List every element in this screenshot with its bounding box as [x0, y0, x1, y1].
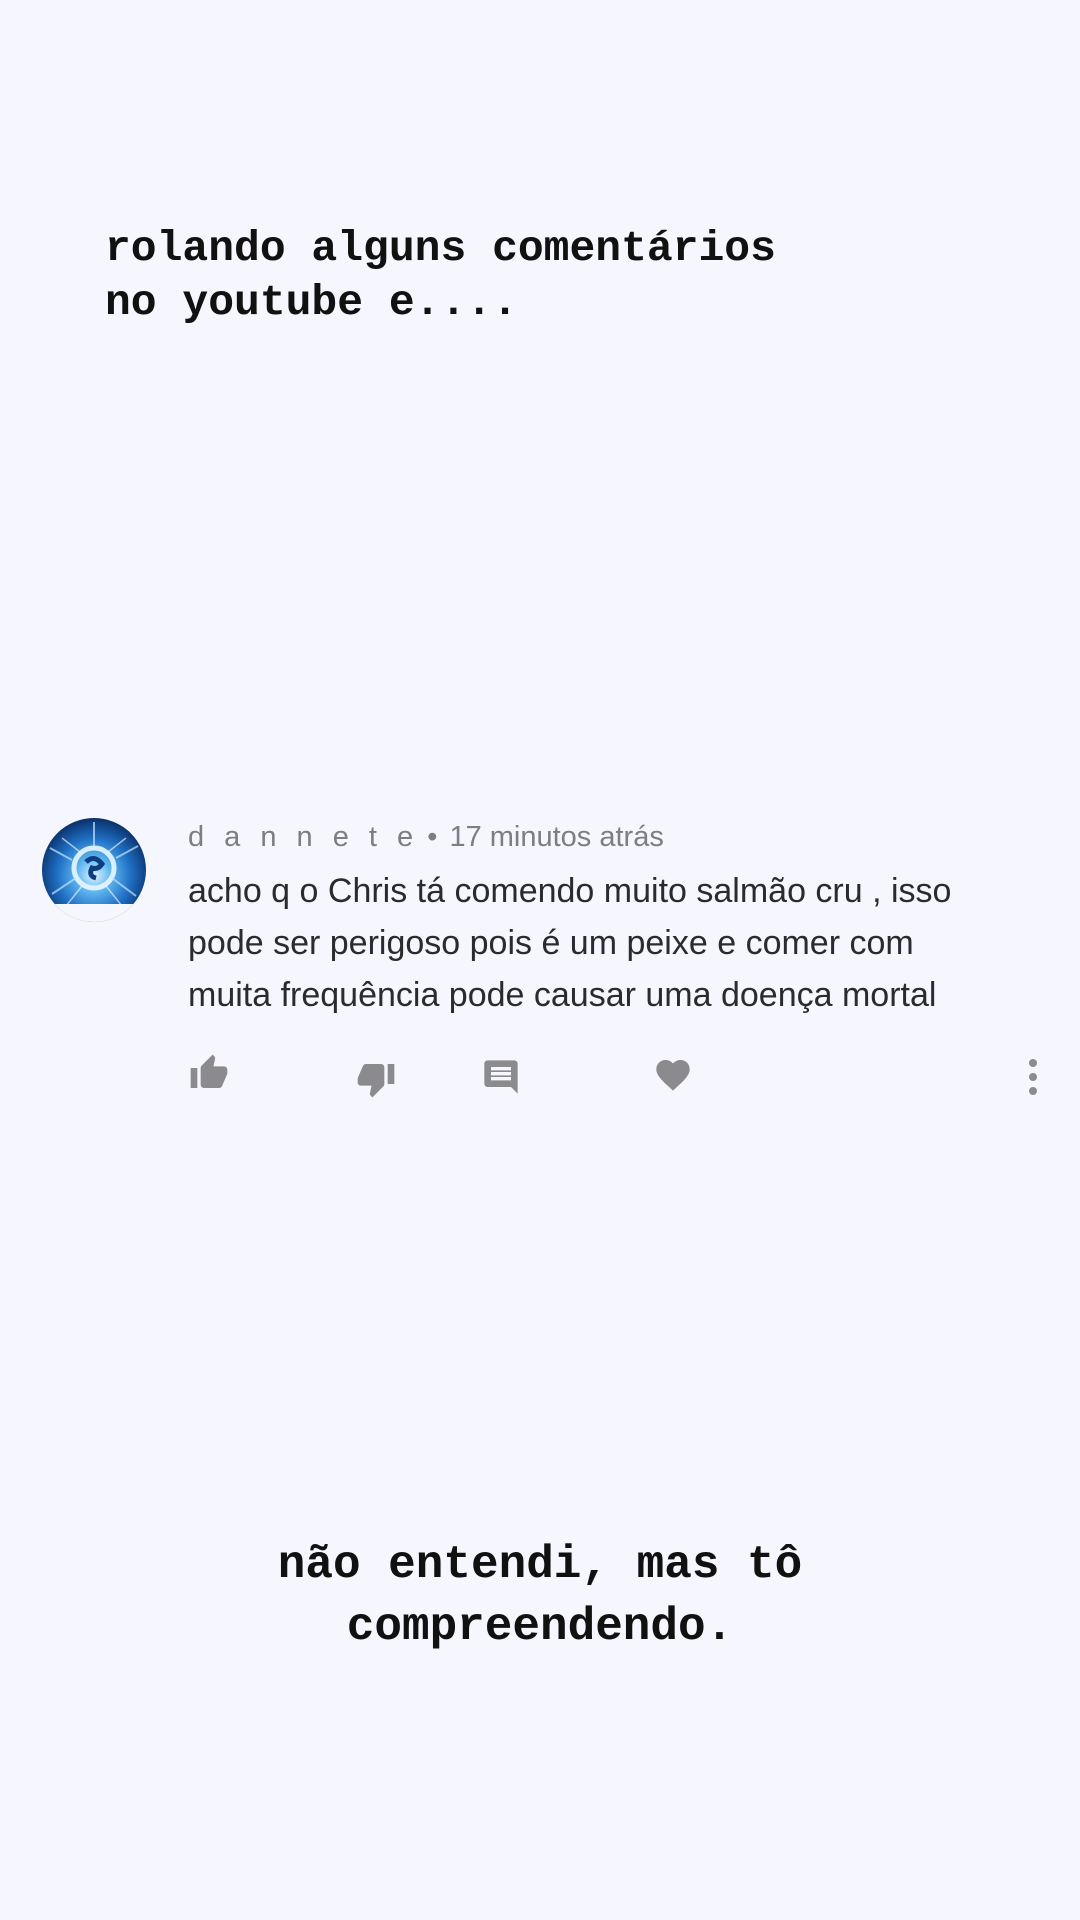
avatar[interactable]	[42, 818, 146, 922]
bottom-caption: não entendi, mas tô compreendendo.	[0, 1534, 1080, 1658]
bottom-caption-line-1: não entendi, mas tô	[277, 1539, 803, 1591]
thumbs-up-icon	[190, 1054, 228, 1088]
avatar-globe-icon	[49, 822, 139, 907]
top-caption-line-2: no youtube e....	[105, 278, 518, 327]
comment-text-line: pode ser perigoso pois é um peixe e come…	[188, 924, 914, 962]
comment-text-line: muita frequência pode causar uma doença …	[188, 976, 937, 1014]
comment-actions	[0, 1050, 1080, 1110]
heart-icon	[656, 1060, 690, 1091]
comment-meta: d a n n e t e • 17 minutos atrás	[188, 819, 664, 855]
top-caption: rolando alguns comentários no youtube e.…	[105, 222, 1005, 330]
thumbs-down-icon	[357, 1064, 395, 1098]
like-button[interactable]	[186, 1050, 232, 1096]
more-vertical-icon	[1029, 1059, 1037, 1095]
comment-author[interactable]: d a n n e t e	[188, 821, 419, 853]
more-options-button[interactable]	[1010, 1054, 1056, 1100]
comment-text: acho q o Chris tá comendo muito salmão c…	[188, 865, 1068, 1021]
meta-separator: •	[427, 821, 438, 853]
comment-icon	[484, 1060, 518, 1094]
comment-timestamp: 17 minutos atrás	[449, 821, 664, 853]
comment-card: d a n n e t e • 17 minutos atrás acho q …	[0, 815, 1080, 1115]
comment-text-line: acho q o Chris tá comendo muito salmão c…	[188, 872, 952, 910]
reply-button[interactable]	[478, 1054, 524, 1100]
bottom-caption-line-2: compreendendo.	[346, 1601, 734, 1653]
heart-button[interactable]	[650, 1052, 696, 1098]
top-caption-line-1: rolando alguns comentários	[105, 224, 776, 273]
dislike-button[interactable]	[353, 1056, 399, 1102]
